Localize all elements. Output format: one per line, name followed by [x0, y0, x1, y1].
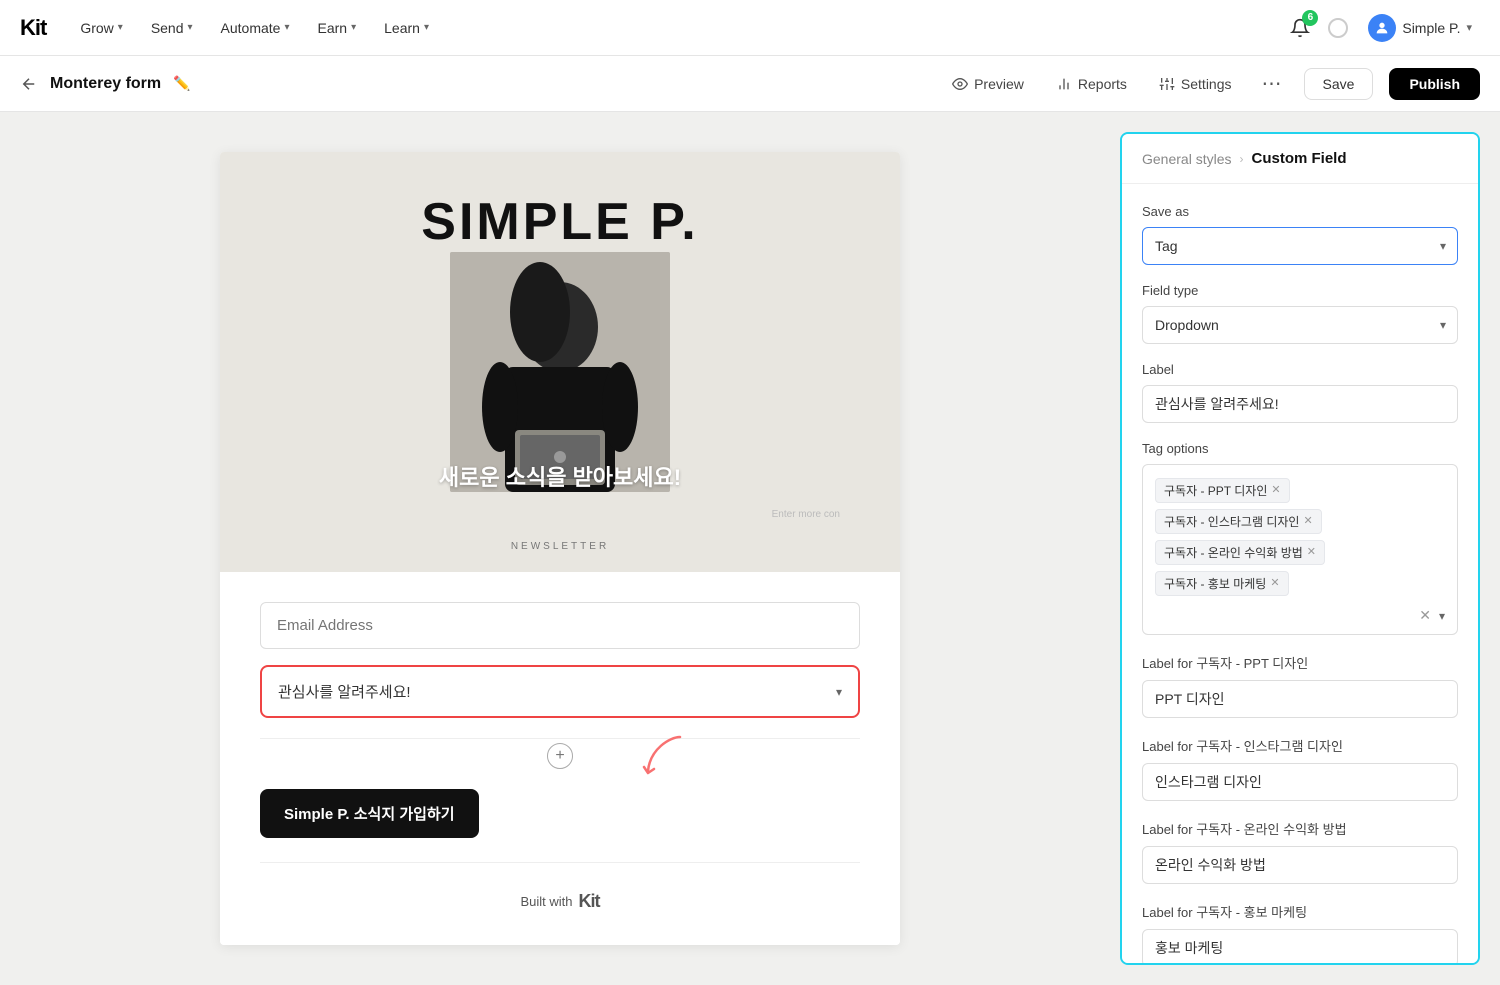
tag-options-actions: ✕ ▾ [1155, 607, 1445, 624]
panel-title: Custom Field [1251, 150, 1346, 167]
add-field-button[interactable]: + [547, 743, 573, 769]
ppt-label-input[interactable] [1142, 680, 1458, 718]
person-image [450, 252, 670, 492]
sub-header: Monterey form ✏️ Preview Reports Setting… [0, 56, 1500, 112]
online-label-input[interactable] [1142, 846, 1458, 884]
label-for-ppt-label: Label for 구독자 - PPT 디자인 [1142, 653, 1458, 672]
canvas-area: SIMPLE P. [0, 112, 1120, 985]
more-options-button[interactable]: ⋯ [1256, 68, 1288, 100]
back-arrow-icon [20, 75, 38, 93]
user-chevron-icon: ▾ [1466, 21, 1472, 34]
marketing-label-input[interactable] [1142, 929, 1458, 965]
nav-right-section: 6 Simple P. ▾ [1284, 10, 1480, 46]
form-image-section: SIMPLE P. [220, 152, 900, 572]
label-for-instagram-label: Label for 구독자 - 인스타그램 디자인 [1142, 736, 1458, 755]
field-type-wrapper: Dropdown Text Radio Checkbox ▾ [1142, 306, 1458, 344]
save-as-wrapper: Tag Text Number ▾ [1142, 227, 1458, 265]
notification-badge: 6 [1302, 10, 1318, 26]
learn-chevron-icon: ▾ [424, 22, 429, 33]
sliders-icon [1159, 76, 1175, 92]
form-preview: SIMPLE P. [220, 152, 900, 945]
tag-chip-online: 구독자 - 온라인 수익화 방법 ✕ [1155, 540, 1325, 565]
grow-chevron-icon: ▾ [118, 22, 123, 33]
dropdown-custom-field[interactable]: 관심사를 알려주세요! ▾ [260, 665, 860, 718]
earn-chevron-icon: ▾ [351, 22, 356, 33]
nav-learn[interactable]: Learn ▾ [374, 14, 439, 42]
tag-chips-area: 구독자 - PPT 디자인 ✕ 구독자 - 인스타그램 디자인 ✕ 구독자 - … [1155, 475, 1445, 599]
breadcrumb-parent[interactable]: General styles [1142, 151, 1231, 167]
form-fields-section: 관심사를 알려주세요! ▾ + Simple P. 소식지 가입하기 Built… [220, 572, 900, 945]
eye-icon [952, 76, 968, 92]
submit-button-preview[interactable]: Simple P. 소식지 가입하기 [260, 789, 479, 838]
save-as-select[interactable]: Tag Text Number [1142, 227, 1458, 265]
reports-button[interactable]: Reports [1048, 70, 1135, 98]
panel-header: General styles › Custom Field [1122, 134, 1478, 184]
top-nav: Kit Grow ▾ Send ▾ Automate ▾ Earn ▾ Lear… [0, 0, 1500, 56]
person-silhouette-svg [450, 252, 670, 492]
send-chevron-icon: ▾ [188, 22, 193, 33]
status-indicator [1328, 18, 1348, 38]
breadcrumb-separator: › [1239, 152, 1243, 166]
page-title: Monterey form [50, 75, 161, 93]
brand-title: SIMPLE P. [421, 192, 698, 252]
tag-chip-marketing-label: 구독자 - 홍보 마케팅 [1164, 575, 1266, 592]
email-field[interactable] [260, 602, 860, 649]
label-for-online-label: Label for 구독자 - 온라인 수익화 방법 [1142, 819, 1458, 838]
tag-chip-ppt-label: 구독자 - PPT 디자인 [1164, 482, 1267, 499]
tag-chip-online-label: 구독자 - 온라인 수익화 방법 [1164, 544, 1303, 561]
main-area: SIMPLE P. [0, 112, 1500, 985]
label-for-marketing-label: Label for 구독자 - 홍보 마케팅 [1142, 902, 1458, 921]
dropdown-label-text: 관심사를 알려주세요! [278, 681, 411, 702]
nav-earn[interactable]: Earn ▾ [308, 14, 367, 42]
nav-grow[interactable]: Grow ▾ [70, 14, 132, 42]
enter-more-hint: Enter more con [772, 509, 840, 520]
field-type-select[interactable]: Dropdown Text Radio Checkbox [1142, 306, 1458, 344]
newsletter-label: NEWSLETTER [511, 541, 609, 552]
kit-logo-small: Kit [579, 891, 600, 912]
tag-chip-ppt: 구독자 - PPT 디자인 ✕ [1155, 478, 1290, 503]
sub-nav-right: Preview Reports Settings ⋯ Save Publish [944, 68, 1480, 100]
add-field-arrow-icon [640, 729, 700, 779]
person-icon [1374, 20, 1390, 36]
back-button[interactable] [20, 75, 38, 93]
tag-chip-ppt-remove[interactable]: ✕ [1271, 485, 1280, 496]
tag-options-label: Tag options [1142, 441, 1458, 456]
tag-chip-marketing-remove[interactable]: ✕ [1270, 578, 1279, 589]
automate-chevron-icon: ▾ [284, 22, 289, 33]
tag-options-clear-icon[interactable]: ✕ [1419, 607, 1431, 624]
publish-button[interactable]: Publish [1389, 68, 1480, 100]
tag-chip-instagram-remove[interactable]: ✕ [1303, 516, 1312, 527]
right-panel: General styles › Custom Field Save as Ta… [1120, 132, 1480, 965]
chart-icon [1056, 76, 1072, 92]
instagram-label-input[interactable] [1142, 763, 1458, 801]
tag-options-expand-icon[interactable]: ▾ [1439, 609, 1445, 623]
tag-chip-marketing: 구독자 - 홍보 마케팅 ✕ [1155, 571, 1289, 596]
app-logo[interactable]: Kit [20, 15, 46, 41]
user-name: Simple P. [1402, 20, 1460, 36]
preview-button[interactable]: Preview [944, 70, 1032, 98]
save-button[interactable]: Save [1304, 68, 1374, 100]
overlay-text: 새로운 소식을 받아보세요! [439, 460, 681, 492]
tag-chip-online-remove[interactable]: ✕ [1307, 547, 1316, 558]
edit-title-icon[interactable]: ✏️ [173, 75, 190, 92]
label-input[interactable] [1142, 385, 1458, 423]
save-as-label: Save as [1142, 204, 1458, 219]
tag-options-box: 구독자 - PPT 디자인 ✕ 구독자 - 인스타그램 디자인 ✕ 구독자 - … [1142, 464, 1458, 635]
dropdown-chevron-icon: ▾ [836, 685, 842, 699]
user-menu-button[interactable]: Simple P. ▾ [1360, 10, 1480, 46]
settings-button[interactable]: Settings [1151, 70, 1240, 98]
notification-button[interactable]: 6 [1284, 12, 1316, 44]
nav-automate[interactable]: Automate ▾ [211, 14, 300, 42]
built-with-text: Built with [520, 894, 572, 909]
user-avatar [1368, 14, 1396, 42]
built-with-footer: Built with Kit [260, 879, 860, 936]
label-field-label: Label [1142, 362, 1458, 377]
tag-chip-instagram-label: 구독자 - 인스타그램 디자인 [1164, 513, 1299, 530]
tag-chip-instagram: 구독자 - 인스타그램 디자인 ✕ [1155, 509, 1322, 534]
nav-send[interactable]: Send ▾ [141, 14, 203, 42]
field-type-label: Field type [1142, 283, 1458, 298]
panel-body: Save as Tag Text Number ▾ Field type Dro… [1122, 184, 1478, 965]
